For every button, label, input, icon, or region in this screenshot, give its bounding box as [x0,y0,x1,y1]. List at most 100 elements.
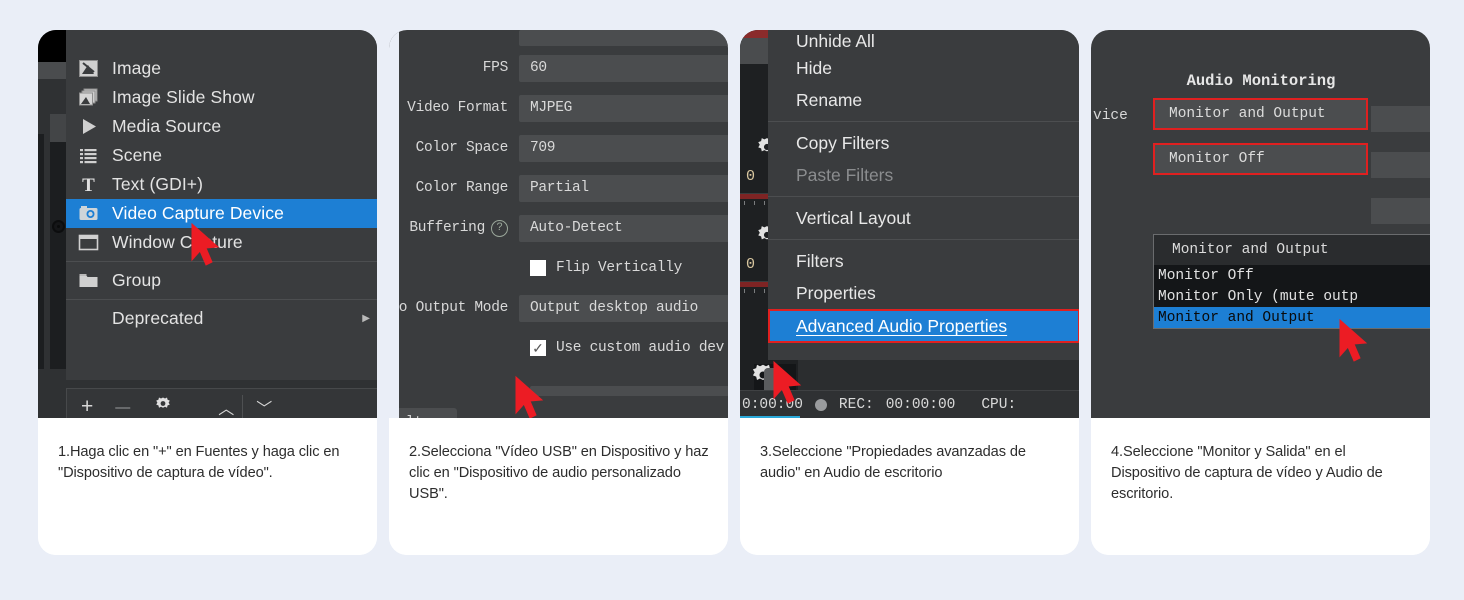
checkbox-label: Use custom audio dev [556,340,725,356]
step-caption: 2.Selecciona "Vídeo USB" en Dispositivo … [389,418,728,555]
panel-edge [38,134,44,369]
checkbox-row-use-custom-audio-device[interactable]: ✓ Use custom audio dev [389,328,728,368]
add-source-menu[interactable]: Image Image Slide Show Media Source Scen… [66,30,377,380]
dropdown-option-monitor-only[interactable]: Monitor Only (mute outp [1154,286,1430,307]
step-caption: 4.Seleccione "Monitor y Salida" en el Di… [1091,418,1430,555]
image-icon [78,58,112,79]
menu-item-window-capture[interactable]: Window Capture [66,228,377,257]
live-time-value: 0:00:00 [742,396,803,413]
add-source-button[interactable]: + [81,395,93,418]
remove-source-button[interactable]: — [115,399,130,416]
scene-icon [78,145,112,166]
checkbox-row-flip-vertically[interactable]: Flip Vertically [389,248,728,288]
row-strip-3 [1371,198,1430,224]
sources-toolbar[interactable]: + — ︿ ﹀ [66,388,377,418]
checkbox-label: Flip Vertically [556,260,683,276]
menu-item-label: Hide [796,57,832,78]
screenshot-step-1: Image Image Slide Show Media Source Scen… [38,30,377,418]
help-question-icon[interactable]: ? [491,219,508,237]
screenshot-step-2: FPS 60 Video Format MJPEG Color Space 70… [389,30,728,418]
status-accent-line [740,416,800,418]
move-source-up-button[interactable]: ︿ [218,395,234,418]
video-format-field[interactable]: MJPEG [519,94,728,122]
source-settings-gear-icon[interactable] [152,393,174,418]
property-row-audio-output-mode: o Output Mode Output desktop audio [389,288,728,328]
device-column-label: vice [1093,108,1128,124]
menu-item-partial-top [66,30,377,54]
color-space-field[interactable]: 709 [519,134,728,162]
group-folder-icon [78,270,112,291]
step-card-4: Audio Monitoring vice Monitor and Output… [1091,30,1430,555]
rec-label: REC: [838,396,874,413]
properties-top-field [519,30,728,46]
menu-item-image[interactable]: Image [66,54,377,83]
step-card-3: 0 0 Unhide All Hide Rename Copy Filters … [740,30,1079,555]
menu-item-media-source[interactable]: Media Source [66,112,377,141]
property-label: Color Space [415,140,509,156]
step-card-2: FPS 60 Video Format MJPEG Color Space 70… [389,30,728,555]
screenshot-step-3: 0 0 Unhide All Hide Rename Copy Filters … [740,30,1079,418]
menu-item-video-capture-device[interactable]: Video Capture Device [66,199,377,228]
menu-item-label: Window Capture [112,232,243,252]
menu-item-label: Group [112,270,162,290]
move-source-down-button[interactable]: ﹀ [256,395,272,418]
menu-separator [768,121,1079,122]
menu-item-properties[interactable]: Properties [768,277,1079,309]
menu-item-label: Rename [796,89,863,110]
menu-item-unhide-all[interactable]: Unhide All [768,30,1079,52]
step-caption: 3.Seleccione "Propiedades avanzadas de a… [740,418,1079,555]
audio-monitoring-combo-2[interactable]: Monitor Off [1153,143,1368,175]
property-row-color-range: Color Range Partial [389,168,728,208]
property-label: Color Range [415,180,509,196]
menu-item-label: Paste Filters [796,164,894,185]
menu-item-label: Properties [796,282,876,303]
menu-item-text-gdi[interactable]: T Text (GDI+) [66,170,377,199]
use-custom-audio-device-checkbox[interactable]: ✓ [530,340,546,356]
step-card-1: Image Image Slide Show Media Source Scen… [38,30,377,555]
eye-visibility-icon[interactable] [52,220,65,233]
rec-time-value: 00:00:00 [885,396,956,413]
recording-indicator-icon [814,398,827,411]
menu-item-label: Image Slide Show [112,87,255,107]
menu-item-deprecated[interactable]: Deprecated ▶ [66,304,377,333]
dropdown-option-monitor-and-output[interactable]: Monitor and Output [1154,307,1430,328]
property-label-wrap: Buffering ? [389,219,519,237]
menu-item-rename[interactable]: Rename [768,84,1079,116]
menu-item-label: Filters [796,250,844,271]
menu-item-scene[interactable]: Scene [66,141,377,170]
property-label: o Output Mode [398,300,509,316]
properties-bottom-field [530,386,728,396]
menu-item-label: Video Capture Device [112,203,284,223]
menu-item-group[interactable]: Group [66,266,377,295]
mixer-context-menu[interactable]: Unhide All Hide Rename Copy Filters Past… [768,30,1079,360]
menu-item-filters[interactable]: Filters [768,245,1079,277]
dropdown-option-monitor-off[interactable]: Monitor Off [1154,265,1430,286]
color-range-field[interactable]: Partial [519,174,728,202]
menu-item-label: Vertical Layout [796,207,911,228]
step-caption: 1.Haga clic en "+" en Fuentes y haga cli… [38,418,377,555]
menu-item-label: Image [112,58,162,78]
toolbar-divider [242,395,243,418]
flip-vertically-checkbox[interactable] [530,260,546,276]
obs-status-bar: 0:00:00 REC: 00:00:00 CPU: [740,390,1079,418]
row-strip-1 [1371,106,1430,132]
defaults-button[interactable]: ults [389,408,457,418]
menu-item-image-slide-show[interactable]: Image Slide Show [66,83,377,112]
left-crop-mask [389,30,399,418]
menu-item-label: Media Source [112,116,222,136]
menu-item-advanced-audio-properties[interactable]: Advanced Audio Properties [768,309,1079,343]
audio-monitoring-combo-1[interactable]: Monitor and Output [1153,98,1368,130]
fps-field[interactable]: 60 [519,54,728,82]
menu-item-hide[interactable]: Hide [768,52,1079,84]
buffering-field[interactable]: Auto-Detect [519,214,728,242]
audio-monitoring-dropdown[interactable]: Monitor and Output Monitor Off Monitor O… [1153,234,1430,329]
property-label: Buffering [409,220,485,236]
menu-item-vertical-layout[interactable]: Vertical Layout [768,202,1079,234]
tutorial-board: Image Image Slide Show Media Source Scen… [0,0,1464,600]
menu-item-label: Advanced Audio Properties [796,315,1008,336]
audio-monitoring-column-header: Audio Monitoring [1186,72,1336,90]
menu-separator [66,299,377,300]
audio-output-mode-field[interactable]: Output desktop audio [519,294,728,322]
row-strip-2 [1371,152,1430,178]
menu-item-copy-filters[interactable]: Copy Filters [768,127,1079,159]
